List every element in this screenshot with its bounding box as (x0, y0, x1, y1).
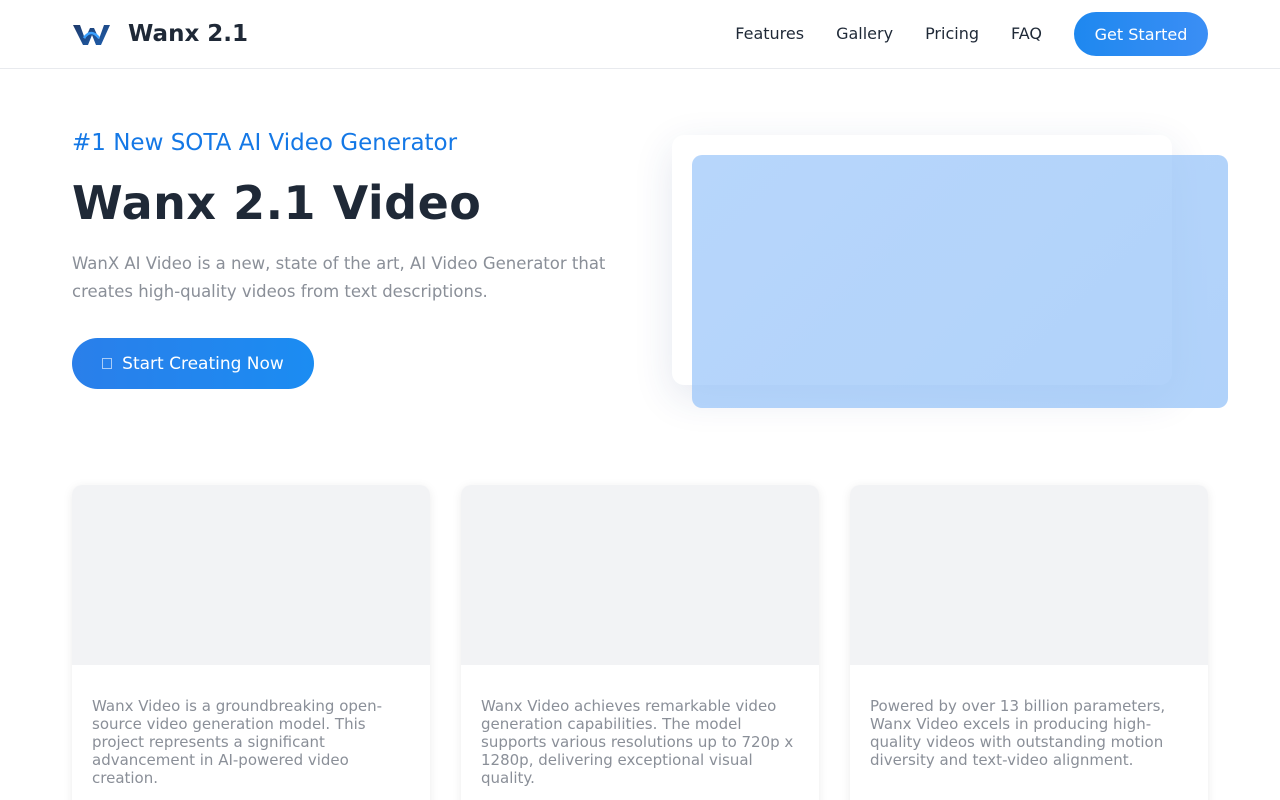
wanx-logo-icon (73, 25, 110, 45)
nav-link-gallery[interactable]: Gallery (836, 12, 893, 56)
feature-card[interactable]: Wanx Video is a groundbreaking open-sour… (72, 485, 430, 800)
feature-card-media (850, 485, 1208, 665)
site-header: Wanx 2.1 Features Gallery Pricing FAQ Ge… (0, 0, 1280, 69)
feature-card-media (461, 485, 819, 665)
hero-video-placeholder[interactable] (692, 155, 1228, 408)
play-icon (102, 358, 113, 369)
feature-card-text: Wanx Video achieves remarkable video gen… (481, 697, 794, 787)
feature-card-media (72, 485, 430, 665)
get-started-button[interactable]: Get Started (1074, 12, 1208, 56)
start-creating-button[interactable]: Start Creating Now (72, 338, 314, 389)
start-creating-label: Start Creating Now (122, 353, 284, 374)
brand-logo-link[interactable]: Wanx 2.1 (72, 19, 248, 49)
feature-card[interactable]: Powered by over 13 billion parameters, W… (850, 485, 1208, 800)
hero-title: Wanx 2.1 Video (72, 176, 482, 230)
brand-name: Wanx 2.1 (128, 21, 249, 47)
feature-card-text: Wanx Video is a groundbreaking open-sour… (92, 697, 383, 787)
nav-link-features[interactable]: Features (735, 12, 804, 56)
hero-eyebrow: #1 New SOTA AI Video Generator (72, 130, 458, 156)
feature-card[interactable]: Wanx Video achieves remarkable video gen… (461, 485, 819, 800)
nav-link-pricing[interactable]: Pricing (925, 12, 979, 56)
feature-card-text: Powered by over 13 billion parameters, W… (870, 697, 1166, 769)
hero-description: WanX AI Video is a new, state of the art… (72, 254, 606, 301)
feature-cards: Wanx Video is a groundbreaking open-sour… (72, 485, 1208, 800)
nav-link-faq[interactable]: FAQ (1011, 12, 1042, 56)
main-nav: Features Gallery Pricing FAQ Get Started (735, 12, 1208, 56)
